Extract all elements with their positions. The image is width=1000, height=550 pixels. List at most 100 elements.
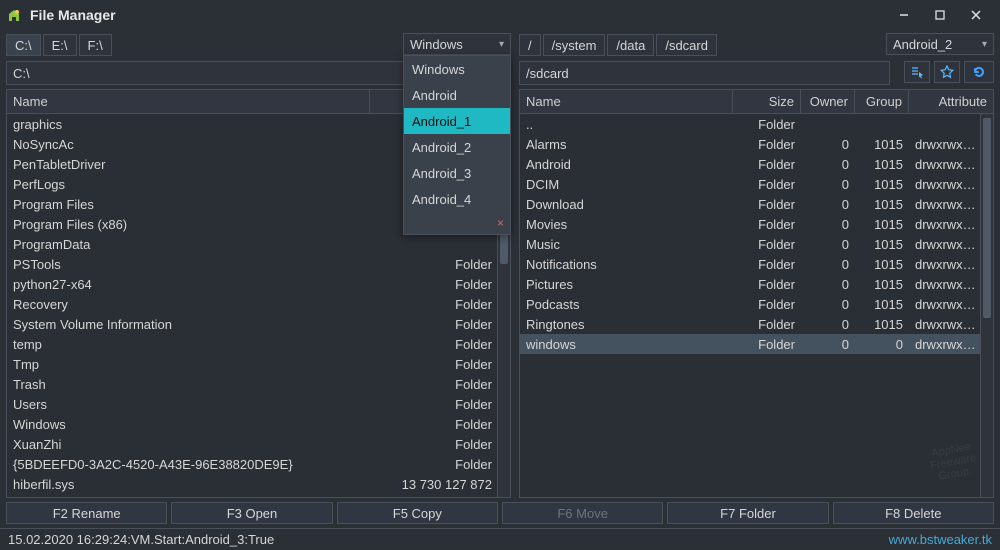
file-row[interactable]: MusicFolder01015drwxrwx--x <box>520 234 993 254</box>
file-row[interactable]: TrashFolder <box>7 374 510 394</box>
cell-size: Folder <box>733 277 801 292</box>
col-owner[interactable]: Owner <box>801 90 855 113</box>
fn-button[interactable]: F7 Folder <box>667 502 828 524</box>
file-row[interactable]: MoviesFolder01015drwxrwx--x <box>520 214 993 234</box>
right-scrollbar[interactable] <box>980 114 993 497</box>
fn-button[interactable]: F5 Copy <box>337 502 498 524</box>
cell-owner: 0 <box>801 277 855 292</box>
cell-name: hiberfil.sys <box>7 477 370 492</box>
breadcrumb-segment[interactable]: /data <box>607 34 654 56</box>
file-row[interactable]: ..Folder <box>520 114 993 134</box>
breadcrumb-segment[interactable]: /system <box>543 34 606 56</box>
cell-size: Folder <box>370 437 510 452</box>
cell-name: python27-x64 <box>7 277 370 292</box>
file-row[interactable]: DownloadFolder01015drwxrwx--x <box>520 194 993 214</box>
file-row[interactable]: NotificationsFolder01015drwxrwx--x <box>520 254 993 274</box>
drive-tab[interactable]: F:\ <box>79 34 112 56</box>
breadcrumb-segment[interactable]: / <box>519 34 541 56</box>
dropdown-close-icon[interactable]: × <box>497 216 504 230</box>
cell-size: Folder <box>733 157 801 172</box>
refresh-icon <box>971 64 987 80</box>
favorite-button[interactable] <box>934 61 960 83</box>
maximize-button[interactable] <box>922 1 958 29</box>
file-row[interactable]: PicturesFolder01015drwxrwx--x <box>520 274 993 294</box>
refresh-button[interactable] <box>964 61 994 83</box>
file-row[interactable]: TmpFolder <box>7 354 510 374</box>
col-group[interactable]: Group <box>855 90 909 113</box>
fn-button[interactable]: F3 Open <box>171 502 332 524</box>
cell-name: XuanZhi <box>7 437 370 452</box>
dropdown-option[interactable]: Android <box>404 82 510 108</box>
cell-size: Folder <box>733 237 801 252</box>
file-row[interactable]: AndroidFolder01015drwxrwx--x <box>520 154 993 174</box>
col-size[interactable]: Size <box>733 90 801 113</box>
cell-name: PenTabletDriver <box>7 157 370 172</box>
right-file-list[interactable]: ..FolderAlarmsFolder01015drwxrwx--xAndro… <box>520 114 993 497</box>
file-row[interactable]: tempFolder <box>7 334 510 354</box>
cell-name: Program Files <box>7 197 370 212</box>
cell-size: Folder <box>733 257 801 272</box>
file-row[interactable]: RecoveryFolder <box>7 294 510 314</box>
file-row[interactable]: {5BDEEFD0-3A2C-4520-A43E-96E38820DE9E}Fo… <box>7 454 510 474</box>
file-row[interactable]: ProgramData <box>7 234 510 254</box>
select-mode-button[interactable] <box>904 61 930 83</box>
cell-name: Trash <box>7 377 370 392</box>
website-link[interactable]: www.bstweaker.tk <box>889 532 992 547</box>
cell-name: windows <box>520 337 733 352</box>
col-attribute[interactable]: Attribute <box>909 90 993 113</box>
file-row[interactable]: python27-x64Folder <box>7 274 510 294</box>
left-system-select[interactable]: Windows ▾ WindowsAndroidAndroid_1Android… <box>403 33 511 57</box>
file-row[interactable]: System Volume InformationFolder <box>7 314 510 334</box>
dropdown-option[interactable]: Android_2 <box>404 134 510 160</box>
left-system-dropdown[interactable]: WindowsAndroidAndroid_1Android_2Android_… <box>403 55 511 235</box>
cell-name: Notifications <box>520 257 733 272</box>
file-row[interactable]: DCIMFolder01015drwxrwx--x <box>520 174 993 194</box>
dropdown-option[interactable]: Windows <box>404 56 510 82</box>
cell-name: ProgramData <box>7 237 370 252</box>
breadcrumb-segment[interactable]: /sdcard <box>656 34 717 56</box>
file-row[interactable]: WindowsFolder <box>7 414 510 434</box>
dropdown-option[interactable]: Android_1 <box>404 108 510 134</box>
file-row[interactable]: PodcastsFolder01015drwxrwx--x <box>520 294 993 314</box>
file-row[interactable]: AlarmsFolder01015drwxrwx--x <box>520 134 993 154</box>
cell-group: 1015 <box>855 177 909 192</box>
dropdown-option[interactable]: Android_3 <box>404 160 510 186</box>
dropdown-option[interactable]: Android_4 <box>404 186 510 212</box>
cell-name: Tmp <box>7 357 370 372</box>
col-name[interactable]: Name <box>7 90 370 113</box>
cell-group: 1015 <box>855 317 909 332</box>
file-row[interactable]: XuanZhiFolder <box>7 434 510 454</box>
minimize-button[interactable] <box>886 1 922 29</box>
cell-owner: 0 <box>801 297 855 312</box>
file-row[interactable]: UsersFolder <box>7 394 510 414</box>
right-path-input[interactable]: /sdcard <box>519 61 890 85</box>
fn-button[interactable]: F2 Rename <box>6 502 167 524</box>
drive-tab[interactable]: C:\ <box>6 34 41 56</box>
close-button[interactable] <box>958 1 994 29</box>
status-text: 15.02.2020 16:29:24:VM.Start:Android_3:T… <box>8 532 274 547</box>
cell-size: Folder <box>733 317 801 332</box>
file-row[interactable]: windowsFolder00drwxrwxr-x <box>520 334 993 354</box>
cell-name: Program Files (x86) <box>7 217 370 232</box>
cell-name: Podcasts <box>520 297 733 312</box>
drive-tab[interactable]: E:\ <box>43 34 77 56</box>
cell-size: 13 730 127 872 <box>370 477 510 492</box>
col-name[interactable]: Name <box>520 90 733 113</box>
file-row[interactable]: RingtonesFolder01015drwxrwx--x <box>520 314 993 334</box>
cell-size: Folder <box>370 397 510 412</box>
cell-owner: 0 <box>801 137 855 152</box>
cell-name: Windows <box>7 417 370 432</box>
file-row[interactable]: PSToolsFolder <box>7 254 510 274</box>
fn-button[interactable]: F8 Delete <box>833 502 994 524</box>
right-system-select[interactable]: Android_2 ▾ <box>886 33 994 57</box>
cell-group: 1015 <box>855 157 909 172</box>
cell-size: Folder <box>370 457 510 472</box>
cell-size: Folder <box>733 177 801 192</box>
cell-owner: 0 <box>801 337 855 352</box>
file-row[interactable]: hiberfil.sys13 730 127 872 <box>7 474 510 494</box>
cell-group: 1015 <box>855 197 909 212</box>
cell-size: Folder <box>370 337 510 352</box>
right-pane: Name Size Owner Group Attribute ..Folder… <box>519 89 994 498</box>
cell-size: Folder <box>370 317 510 332</box>
cell-name: temp <box>7 337 370 352</box>
